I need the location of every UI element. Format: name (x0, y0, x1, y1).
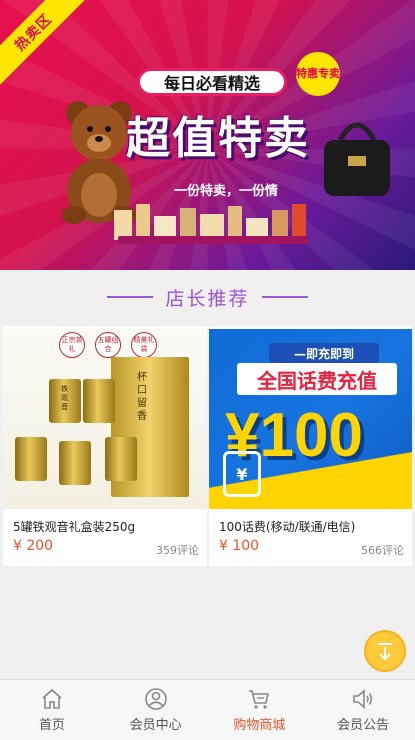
section-title: 店长推荐 (165, 287, 250, 310)
product-image-recharge[interactable]: —即充即到 全国话费充值 ¥100 ¥ (209, 329, 412, 509)
product-image-tea[interactable]: 正宗茶礼 五罐组合 精美礼袋 杯口留香 铁观音 (3, 329, 207, 509)
product-review-count: 359评论 (156, 544, 199, 557)
special-offer-badge: 特惠专卖 (296, 52, 340, 96)
tab-label: 会员中心 (129, 718, 182, 733)
product-card[interactable]: 正宗茶礼 五罐组合 精美礼袋 杯口留香 铁观音 5罐铁观音礼盒装250g ¥ 2… (3, 326, 207, 566)
recharge-title: 全国话费充值 (237, 363, 397, 395)
banner-shelf (118, 236, 308, 244)
recommended-section-heading: 店长推荐 (0, 270, 415, 324)
cart-icon (249, 690, 270, 709)
tea-box-text: 杯口留香 (137, 372, 147, 422)
tab-label: 购物商城 (233, 718, 286, 733)
promo-banner[interactable]: 热卖区 每日必看精选 特惠专卖 超值特卖 一份特卖，一份情 (0, 0, 415, 270)
product-price: ¥ 100 (219, 538, 260, 554)
tea-can-label: 铁观音 (61, 385, 68, 411)
product-name[interactable]: 100话费(移动/联通/电信) (219, 518, 355, 535)
product-name[interactable]: 5罐铁观音礼盒装250g (13, 518, 135, 535)
speaker-icon (353, 689, 373, 709)
tea-badge-1: 正宗茶礼 (59, 332, 85, 358)
daily-picks-label: 每日必看精选 (137, 68, 287, 96)
product-review-count: 566评论 (361, 544, 404, 557)
home-icon (42, 688, 62, 709)
tea-badge-2: 五罐组合 (95, 332, 121, 358)
tea-can: 铁观音 (49, 379, 81, 423)
banner-title: 超值特卖 (126, 113, 310, 164)
tea-can (105, 437, 137, 481)
tea-can (83, 379, 115, 423)
tea-can (15, 437, 47, 481)
scroll-to-top-button[interactable] (364, 630, 406, 672)
tab-label: 首页 (38, 718, 65, 733)
tab-home[interactable]: 首页 (0, 680, 104, 740)
tea-badge-3: 精美礼袋 (131, 332, 157, 358)
recharge-instant-label: —即充即到 (269, 343, 379, 363)
heading-line-right (261, 296, 308, 298)
banner-slogan: 一份特卖，一份情 (173, 184, 278, 199)
phone-yen-icon: ¥ (223, 451, 261, 497)
tab-label: 会员公告 (337, 718, 390, 733)
heading-line-left (107, 296, 154, 298)
tab-shopping-mall[interactable]: 购物商城 (208, 680, 312, 740)
handbag-image (324, 122, 390, 196)
tea-can (59, 441, 91, 485)
product-price: ¥ 200 (13, 538, 54, 554)
bottom-tab-bar: 首页 会员中心 购物商城 会员公告 (0, 679, 415, 740)
tab-announcements[interactable]: 会员公告 (311, 680, 415, 740)
user-icon (144, 688, 167, 710)
arrow-down-to-line-icon (378, 643, 392, 661)
tab-member-center[interactable]: 会员中心 (104, 680, 208, 740)
product-card[interactable]: —即充即到 全国话费充值 ¥100 ¥ 100话费(移动/联通/电信) ¥ 10… (209, 326, 412, 566)
